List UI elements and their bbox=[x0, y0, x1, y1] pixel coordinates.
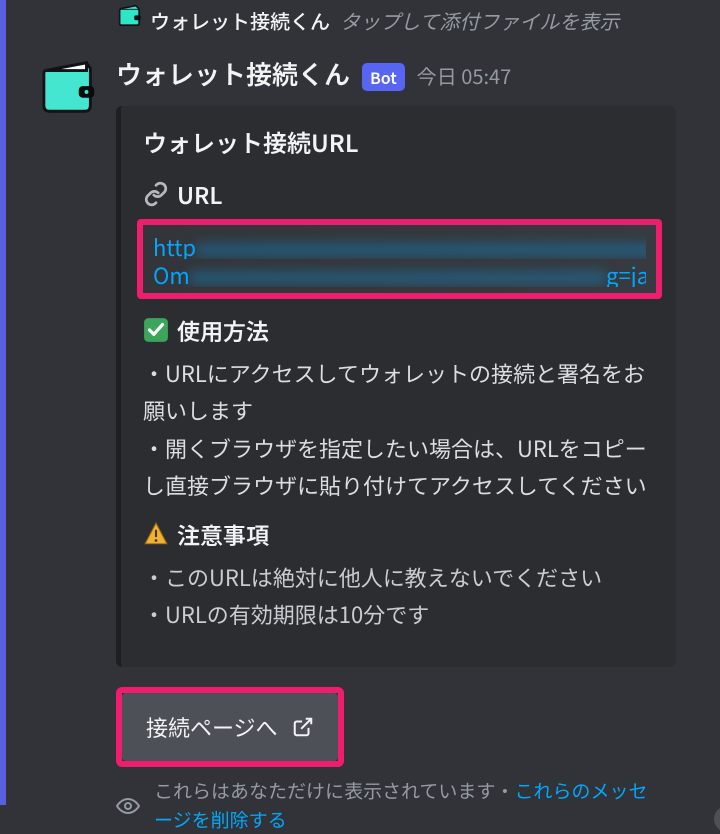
reply-username: ウォレット接続くん bbox=[150, 6, 330, 35]
ephemeral-text: これらはあなただけに表示されています・ bbox=[154, 777, 514, 804]
button-highlight: 接続ページへ bbox=[116, 687, 344, 767]
caution-body: ・このURLは絶対に他人に教えないでください ・URLの有効期限は10分です bbox=[143, 559, 656, 634]
caution-label: 注意事項 bbox=[177, 517, 269, 551]
message-timestamp: 今日 05:47 bbox=[417, 61, 511, 90]
reply-subtitle: タップして添付ファイルを表示 bbox=[340, 6, 619, 35]
message-username[interactable]: ウォレット接続くん bbox=[116, 55, 350, 92]
eye-icon bbox=[116, 794, 140, 818]
howto-body: ・URLにアクセスしてウォレットの接続と署名をお願いします ・開くブラウザを指定… bbox=[143, 355, 656, 505]
embed-card: ウォレット接続URL URL httpxxxxxxxxxxxxxxxxxxxxx… bbox=[116, 106, 676, 667]
url-fragment-start: http bbox=[153, 231, 196, 259]
url-fragment-end: g=ja bbox=[606, 259, 646, 287]
bot-badge: Bot bbox=[362, 63, 405, 91]
bot-avatar[interactable] bbox=[40, 57, 102, 119]
link-icon bbox=[143, 181, 169, 207]
url-label: URL bbox=[177, 177, 222, 211]
button-label: 接続ページへ bbox=[146, 711, 278, 743]
open-connect-page-button[interactable]: 接続ページへ bbox=[122, 693, 338, 761]
checkmark-icon bbox=[143, 317, 169, 343]
warning-icon bbox=[143, 521, 169, 547]
external-link-icon bbox=[292, 716, 314, 738]
url-link-highlight[interactable]: httpxxxxxxxxxxxxxxxxxxxxxxxxxxxxxxxxxxxx… bbox=[137, 219, 662, 299]
reply-preview[interactable]: ウォレット接続くん タップして添付ファイルを表示 bbox=[6, 0, 720, 41]
howto-label: 使用方法 bbox=[177, 313, 269, 347]
wallet-small-icon bbox=[118, 4, 144, 30]
embed-title: ウォレット接続URL bbox=[143, 124, 656, 159]
help-icon[interactable]: ? bbox=[714, 806, 720, 832]
